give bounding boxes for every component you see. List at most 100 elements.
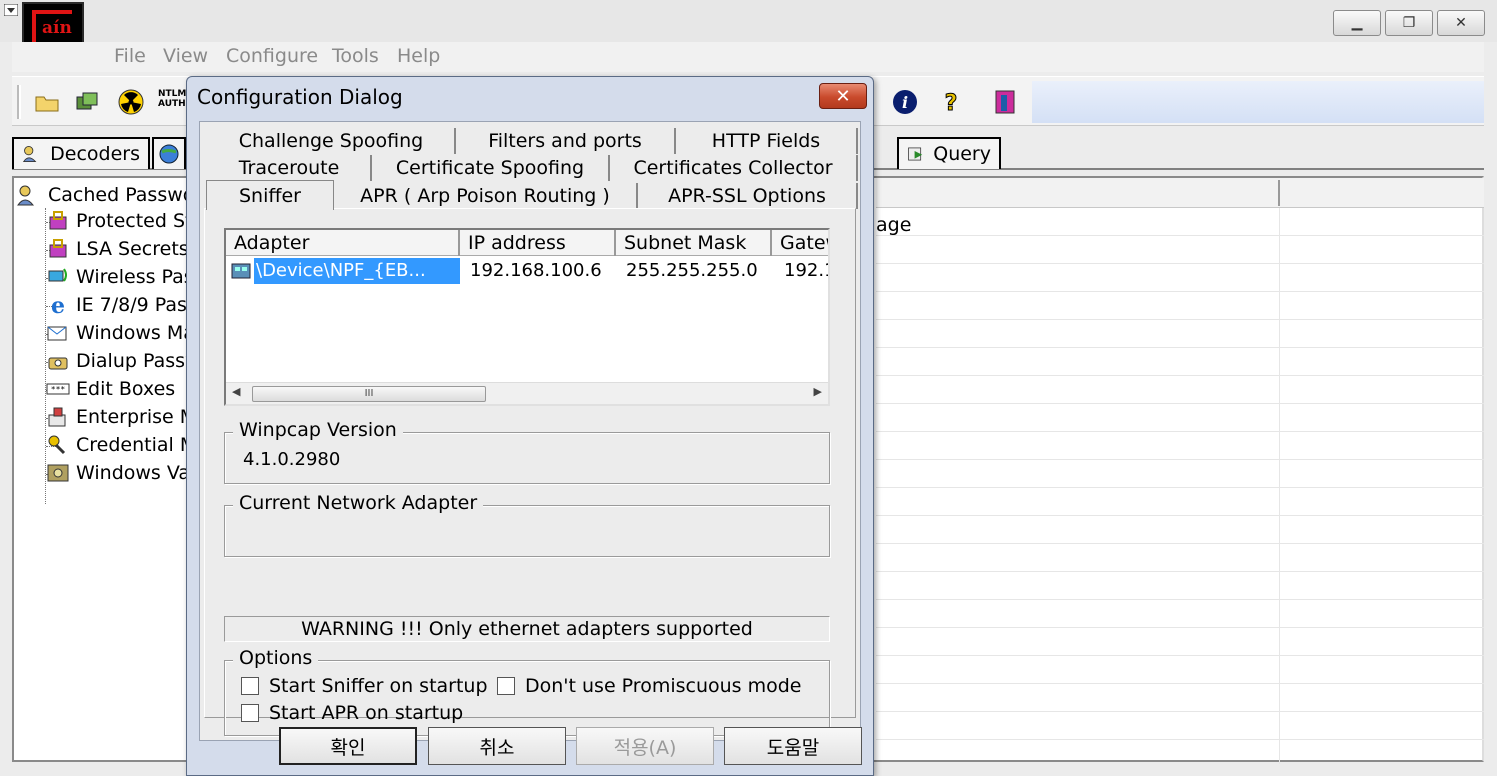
- network-adapter-icon: [231, 263, 251, 279]
- tab-filters-and-ports[interactable]: Filters and ports: [456, 128, 676, 154]
- tab-certificates-collector[interactable]: Certificates Collector: [610, 155, 858, 181]
- adapter-list-hscrollbar[interactable]: ◀ III ▶: [226, 382, 828, 404]
- checkbox-box[interactable]: [241, 677, 259, 695]
- menu-file[interactable]: File: [114, 45, 146, 67]
- svg-text:i: i: [902, 93, 908, 112]
- dialog-body: Challenge Spoofing Filters and ports HTT…: [199, 121, 861, 741]
- column-adapter[interactable]: Adapter: [226, 230, 460, 256]
- svg-text:e: e: [51, 293, 65, 317]
- tab-certificate-spoofing[interactable]: Certificate Spoofing: [372, 155, 610, 181]
- no-promiscuous-label: Don't use Promiscuous mode: [525, 675, 802, 697]
- column-subnet-mask[interactable]: Subnet Mask: [616, 230, 772, 256]
- current-adapter-label: Current Network Adapter: [233, 492, 484, 514]
- tab-sniffer[interactable]: Sniffer: [206, 180, 334, 210]
- tree-item-label: LSA Secrets: [76, 238, 189, 260]
- tree-item-edit-boxes[interactable]: *** Edit Boxes: [46, 376, 175, 402]
- tab-http-fields[interactable]: HTTP Fields: [676, 128, 858, 154]
- menu-view[interactable]: View: [163, 45, 208, 67]
- tab-apr-ssl-options[interactable]: APR-SSL Options: [638, 183, 858, 209]
- tab-decoders[interactable]: Decoders: [12, 137, 150, 169]
- menu-bar: File View Configure Tools Help: [12, 42, 1484, 72]
- tab-apr[interactable]: APR ( Arp Poison Routing ): [334, 183, 638, 209]
- scroll-left-icon[interactable]: ◀: [232, 385, 240, 398]
- credential-manager-icon: [48, 435, 66, 455]
- wireless-icon: [48, 268, 67, 282]
- protected-storage-icon: [49, 211, 67, 230]
- windows-mail-icon: [47, 326, 67, 341]
- tree-item-lsa-secrets[interactable]: LSA Secrets: [46, 236, 189, 262]
- no-promiscuous-checkbox[interactable]: Don't use Promiscuous mode: [497, 675, 801, 697]
- adapter-row-name[interactable]: \Device\NPF_{EB...: [254, 258, 460, 284]
- toolbar-grip[interactable]: [17, 85, 21, 119]
- minimize-icon: ▁: [1351, 15, 1363, 31]
- enterprise-manager-icon: [48, 407, 66, 427]
- dialup-icon: [48, 357, 68, 370]
- svg-text:***: ***: [51, 385, 66, 394]
- system-menu-icon[interactable]: [4, 4, 18, 16]
- ntlm-auth-icon[interactable]: NTLM AUTH: [158, 89, 188, 109]
- close-window-button[interactable]: ✕: [1437, 10, 1485, 36]
- tab-decoders-label: Decoders: [50, 143, 140, 165]
- query-icon: [908, 147, 923, 161]
- restore-button[interactable]: ❐: [1385, 10, 1433, 36]
- ok-button[interactable]: 확인: [279, 727, 417, 765]
- menu-tools[interactable]: Tools: [332, 45, 379, 67]
- close-icon: ✕: [1455, 15, 1467, 31]
- open-folder-icon[interactable]: [34, 89, 60, 115]
- cached-passwords-icon: [17, 185, 35, 206]
- start-sniffer-icon[interactable]: [74, 89, 100, 115]
- configuration-dialog: Configuration Dialog ✕ Challenge Spoofin…: [186, 76, 874, 776]
- exit-door-icon[interactable]: [992, 89, 1020, 115]
- windows-vault-icon: [47, 464, 69, 482]
- warning-text: WARNING !!! Only ethernet adapters suppo…: [224, 616, 830, 642]
- partial-cell-text: age: [876, 214, 912, 236]
- info-icon[interactable]: i: [892, 89, 918, 115]
- restore-icon: ❐: [1402, 15, 1416, 31]
- column-ip-address[interactable]: IP address: [460, 230, 616, 256]
- adapter-list[interactable]: Adapter IP address Subnet Mask Gatew \De…: [224, 228, 830, 406]
- checkbox-box[interactable]: [497, 677, 515, 695]
- tab-challenge-spoofing[interactable]: Challenge Spoofing: [208, 128, 456, 154]
- close-icon: ✕: [835, 85, 851, 107]
- tab-network[interactable]: [152, 137, 186, 169]
- start-apr-checkbox[interactable]: Start APR on startup: [241, 702, 463, 724]
- adapter-row-gateway: 192.1: [784, 260, 828, 281]
- lsa-secrets-icon: [49, 239, 67, 258]
- apply-button[interactable]: 적용(A): [576, 727, 714, 765]
- start-apr-label: Start APR on startup: [269, 702, 464, 724]
- dialog-title: Configuration Dialog: [197, 85, 403, 109]
- options-label: Options: [233, 647, 319, 669]
- adapter-list-header: Adapter IP address Subnet Mask Gatew: [226, 230, 828, 256]
- scroll-thumb[interactable]: III: [252, 386, 486, 402]
- svg-text:?: ?: [945, 91, 958, 115]
- menu-configure[interactable]: Configure: [226, 45, 318, 67]
- tab-query[interactable]: Query: [897, 137, 1001, 169]
- winpcap-label: Winpcap Version: [233, 419, 403, 441]
- window-controls: ▁ ❐ ✕: [1333, 10, 1485, 36]
- title-bar: [0, 0, 1497, 42]
- toolbar-blue-strip: [1032, 81, 1484, 123]
- checkbox-box[interactable]: [241, 704, 259, 722]
- network-globe-icon: [159, 144, 179, 164]
- decoders-icon: [22, 146, 37, 162]
- scroll-right-icon[interactable]: ▶: [814, 385, 822, 398]
- edit-box-icon: ***: [46, 383, 70, 395]
- winpcap-group: Winpcap Version 4.1.0.2980: [224, 419, 830, 484]
- help-button[interactable]: 도움말: [724, 727, 862, 765]
- start-sniffer-checkbox[interactable]: Start Sniffer on startup: [241, 675, 488, 697]
- tab-traceroute[interactable]: Traceroute: [208, 155, 372, 181]
- minimize-button[interactable]: ▁: [1333, 10, 1381, 36]
- radiation-apr-icon[interactable]: [118, 89, 144, 115]
- list-grid: [876, 208, 1484, 764]
- adapter-row-ip: 192.168.100.6: [470, 260, 602, 281]
- cancel-button[interactable]: 취소: [428, 727, 566, 765]
- start-sniffer-label: Start Sniffer on startup: [269, 675, 488, 697]
- dialog-close-button[interactable]: ✕: [819, 83, 867, 109]
- ie-icon: e: [51, 293, 65, 317]
- column-separator[interactable]: [1278, 180, 1280, 206]
- tab-query-label: Query: [933, 143, 991, 165]
- menu-help[interactable]: Help: [397, 45, 440, 67]
- column-gateway[interactable]: Gatew: [772, 230, 828, 256]
- current-adapter-group: Current Network Adapter: [224, 492, 830, 557]
- help-question-icon[interactable]: ?: [938, 89, 964, 116]
